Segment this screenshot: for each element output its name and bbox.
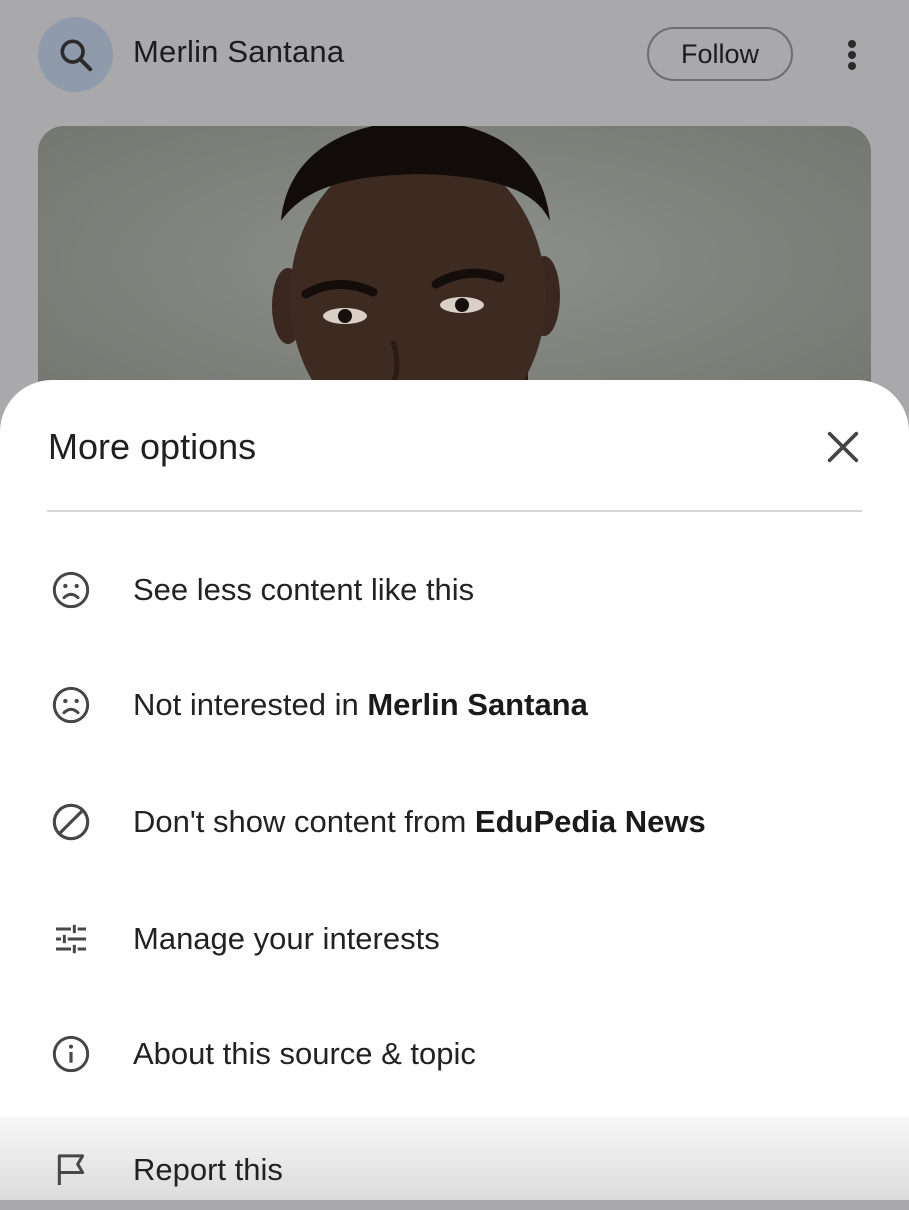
menu-item-label: About this source & topic [133, 1036, 476, 1071]
tune-icon [50, 918, 92, 960]
menu-item-label: See less content like this [133, 572, 475, 607]
close-button[interactable] [814, 418, 872, 476]
more-options-sheet: More options See less content like this [0, 380, 909, 1200]
menu-item-see-less[interactable]: See less content like this [0, 550, 909, 630]
menu-item-manage-interests[interactable]: Manage your interests [0, 899, 909, 979]
close-icon [827, 431, 859, 463]
more-options-button[interactable] [832, 34, 872, 76]
block-icon [50, 801, 92, 843]
more-vert-icon [848, 40, 856, 48]
flag-icon [50, 1149, 92, 1191]
sad-face-icon [50, 684, 92, 726]
search-button[interactable] [38, 17, 113, 92]
menu-item-dont-show-source[interactable]: Don't show content from EduPedia News [0, 782, 909, 862]
menu-item-not-interested[interactable]: Not interested in Merlin Santana [0, 665, 909, 745]
menu-item-about-source[interactable]: About this source & topic [0, 1014, 909, 1094]
menu-item-label: Not interested in Merlin Santana [133, 687, 588, 722]
menu-item-label: Manage your interests [133, 921, 440, 956]
search-icon [60, 39, 92, 71]
topic-title: Merlin Santana [133, 34, 345, 69]
follow-button[interactable]: Follow [647, 27, 793, 81]
menu-item-label: Report this [133, 1152, 283, 1187]
info-icon [50, 1033, 92, 1075]
menu-item-label: Don't show content from EduPedia News [133, 804, 706, 839]
sad-face-icon [50, 569, 92, 611]
top-bar: Merlin Santana Follow [0, 0, 909, 110]
menu-item-report[interactable]: Report this [0, 1130, 909, 1210]
sheet-divider [47, 510, 862, 512]
sheet-title: More options [48, 426, 257, 467]
